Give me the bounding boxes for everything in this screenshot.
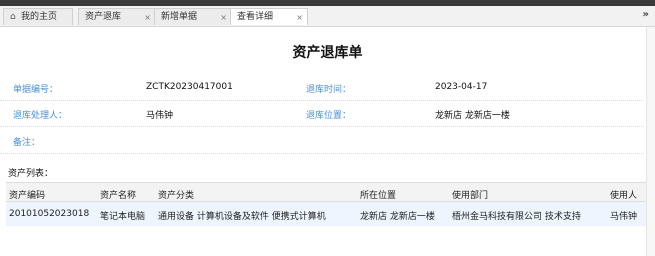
tab-bar: ⌂ 我的主页 资产退库 × 新增单据 × 查看详细 × »: [0, 6, 655, 27]
asset-category-cell: 通用设备 计算机设备及软件 便携式计算机: [158, 212, 326, 222]
column-header: 资产名称: [100, 191, 137, 201]
form-row-handler: 退库处理人： 马伟钟 退库位置： 龙新店 龙新店一楼: [0, 100, 644, 127]
tab-label: 资产退库: [85, 12, 122, 22]
location-label: 退库位置：: [306, 111, 352, 121]
handler-value: 马伟钟: [146, 111, 174, 121]
column-header: 使用人: [610, 191, 638, 201]
home-icon: ⌂: [10, 12, 16, 22]
location-value: 龙新店 龙新店一楼: [435, 111, 510, 121]
department-cell: 梧州金马科技有限公司 技术支持: [452, 212, 581, 222]
tab-new-document[interactable]: 新增单据 ×: [154, 8, 232, 25]
asset-code-cell: 20101052023018: [9, 209, 90, 219]
doc-no-label: 单据编号：: [13, 85, 59, 95]
return-time-label: 退库时间：: [306, 85, 352, 95]
column-header: 资产分类: [158, 191, 195, 201]
page-title: 资产退库单: [292, 45, 363, 61]
close-icon[interactable]: ×: [220, 9, 227, 25]
table-header: 资产编码 资产名称 资产分类 所在位置 使用部门 使用人: [6, 182, 646, 202]
tab-home[interactable]: ⌂ 我的主页: [3, 8, 73, 25]
column-header: 资产编码: [9, 191, 46, 201]
table-row[interactable]: 20101052023018 笔记本电脑 通用设备 计算机设备及软件 便携式计算…: [6, 202, 646, 226]
form-row-doc-no: 单据编号： ZCTK20230417001 退库时间： 2023-04-17: [0, 74, 644, 101]
user-cell: 马伟钟: [610, 212, 638, 222]
close-icon[interactable]: ×: [296, 9, 303, 25]
asset-name-cell: 笔记本电脑: [100, 212, 146, 222]
return-time-value: 2023-04-17: [435, 82, 488, 92]
tab-asset-return[interactable]: 资产退库 ×: [78, 8, 156, 25]
column-header: 所在位置: [360, 191, 397, 201]
tab-label: 新增单据: [161, 12, 198, 22]
close-icon[interactable]: ×: [144, 9, 151, 25]
doc-no-value: ZCTK20230417001: [146, 82, 233, 92]
form-row-remark: 备注：: [0, 127, 644, 154]
tab-view-details[interactable]: 查看详细 ×: [230, 8, 308, 25]
location-cell: 龙新店 龙新店一楼: [360, 212, 435, 222]
column-header: 使用部门: [452, 191, 489, 201]
remark-label: 备注：: [13, 138, 41, 148]
asset-list-title: 资产列表：: [8, 169, 54, 179]
tab-label: 查看详细: [237, 12, 274, 22]
tab-overflow-icon[interactable]: »: [643, 9, 649, 20]
handler-label: 退库处理人：: [13, 111, 68, 121]
tab-label: 我的主页: [21, 12, 58, 22]
